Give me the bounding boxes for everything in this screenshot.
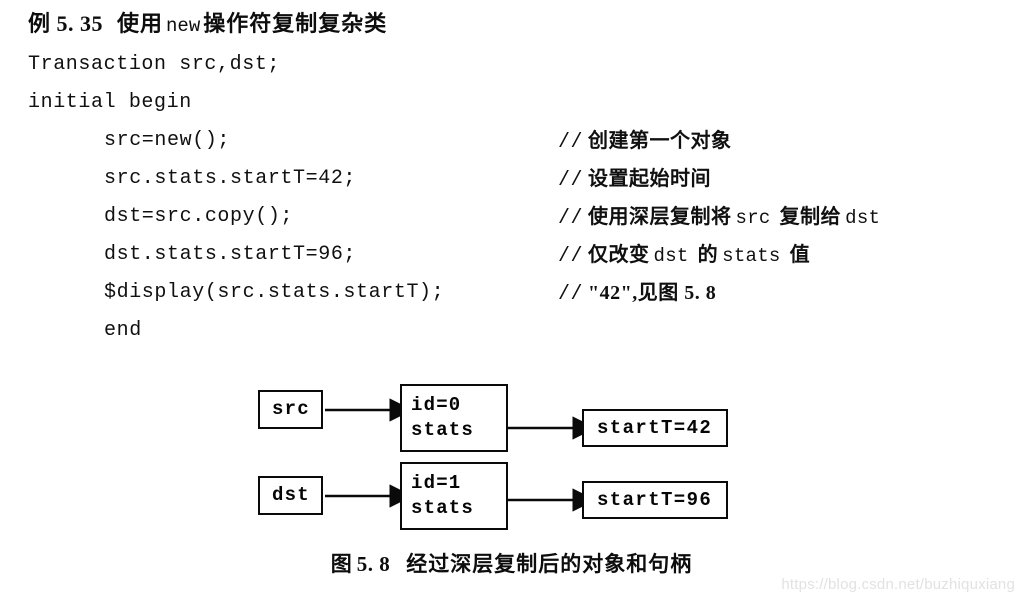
stats-1-value: startT=96 <box>597 488 713 511</box>
code-statement: end <box>104 319 142 342</box>
object-box-0: id=0 stats <box>400 384 508 452</box>
code-comment: //"42",见图 5. 8 <box>558 274 716 314</box>
comment-text: 设置起始时间 <box>588 168 712 190</box>
code-row: dst=src.copy(); //使用深层复制将 src 复制给 dst <box>28 198 1008 236</box>
comment-slashes: // <box>558 283 584 306</box>
comment-text-3: 值 <box>789 244 811 266</box>
comment-code-token: src <box>735 207 771 229</box>
code-comment: //使用深层复制将 src 复制给 dst <box>558 198 884 238</box>
code-row: initial begin <box>28 84 1008 122</box>
code-row: src=new(); //创建第一个对象 <box>28 122 1008 160</box>
code-statement: $display(src.stats.startT); <box>104 281 445 304</box>
comment-slashes: // <box>558 207 584 230</box>
heading-text-before: 使用 <box>117 11 164 36</box>
comment-text: 仅改变 <box>588 244 650 266</box>
caption-number: 5. 8 <box>356 552 391 576</box>
stats-box-0: startT=42 <box>582 409 728 447</box>
code-statement: Transaction src,dst; <box>28 53 281 76</box>
example-number: 例 5. 35 <box>28 11 104 36</box>
object-box-1: id=1 stats <box>400 462 508 530</box>
comment-text: "42",见图 5. 8 <box>588 282 717 304</box>
code-statement: initial begin <box>28 91 192 114</box>
code-statement: dst=src.copy(); <box>104 205 294 228</box>
heading-text-after: 操作符复制复杂类 <box>203 11 388 36</box>
object-0-stats: stats <box>411 419 475 441</box>
caption-label: 图 <box>330 552 353 576</box>
heading-keyword: new <box>166 15 201 37</box>
comment-text-2: 的 <box>697 244 719 266</box>
figure-caption: 图 5. 8 经过深层复制后的对象和句柄 <box>0 548 1023 578</box>
comment-slashes: // <box>558 169 584 192</box>
code-statement: src=new(); <box>104 129 231 152</box>
object-1-id: id=1 <box>411 472 462 494</box>
code-comment: //仅改变 dst 的 stats 值 <box>558 236 810 276</box>
caption-text: 经过深层复制后的对象和句柄 <box>406 552 693 576</box>
code-row: $display(src.stats.startT); //"42",见图 5.… <box>28 274 1008 312</box>
comment-code-token-2: dst <box>845 207 881 229</box>
code-comment: //创建第一个对象 <box>558 122 732 162</box>
handle-label-dst: dst <box>272 484 310 506</box>
code-row: Transaction src,dst; <box>28 46 1008 84</box>
handle-box-src: src <box>258 390 323 429</box>
comment-slashes: // <box>558 131 584 154</box>
code-row: dst.stats.startT=96; //仅改变 dst 的 stats 值 <box>28 236 1008 274</box>
code-row: end <box>28 312 1008 350</box>
code-listing: Transaction src,dst; initial begin src=n… <box>28 46 1008 350</box>
code-statement: dst.stats.startT=96; <box>104 243 357 266</box>
object-1-stats: stats <box>411 497 475 519</box>
comment-text: 使用深层复制将 <box>588 206 732 228</box>
code-row: src.stats.startT=42; //设置起始时间 <box>28 160 1008 198</box>
comment-slashes: // <box>558 245 584 268</box>
object-0-id: id=0 <box>411 394 462 416</box>
watermark: https://blog.csdn.net/buzhiquxiang <box>781 576 1015 593</box>
stats-box-1: startT=96 <box>582 481 728 519</box>
comment-text: 创建第一个对象 <box>588 130 732 152</box>
code-statement: src.stats.startT=42; <box>104 167 357 190</box>
handle-box-dst: dst <box>258 476 323 515</box>
comment-text-2: 复制给 <box>779 206 842 228</box>
stats-0-value: startT=42 <box>597 416 713 439</box>
handle-label-src: src <box>272 398 310 420</box>
code-comment: //设置起始时间 <box>558 160 711 200</box>
example-heading: 例 5. 35 使用 new 操作符复制复杂类 <box>28 6 387 38</box>
comment-code-token: dst <box>653 245 689 267</box>
comment-code-token-2: stats <box>722 245 781 267</box>
